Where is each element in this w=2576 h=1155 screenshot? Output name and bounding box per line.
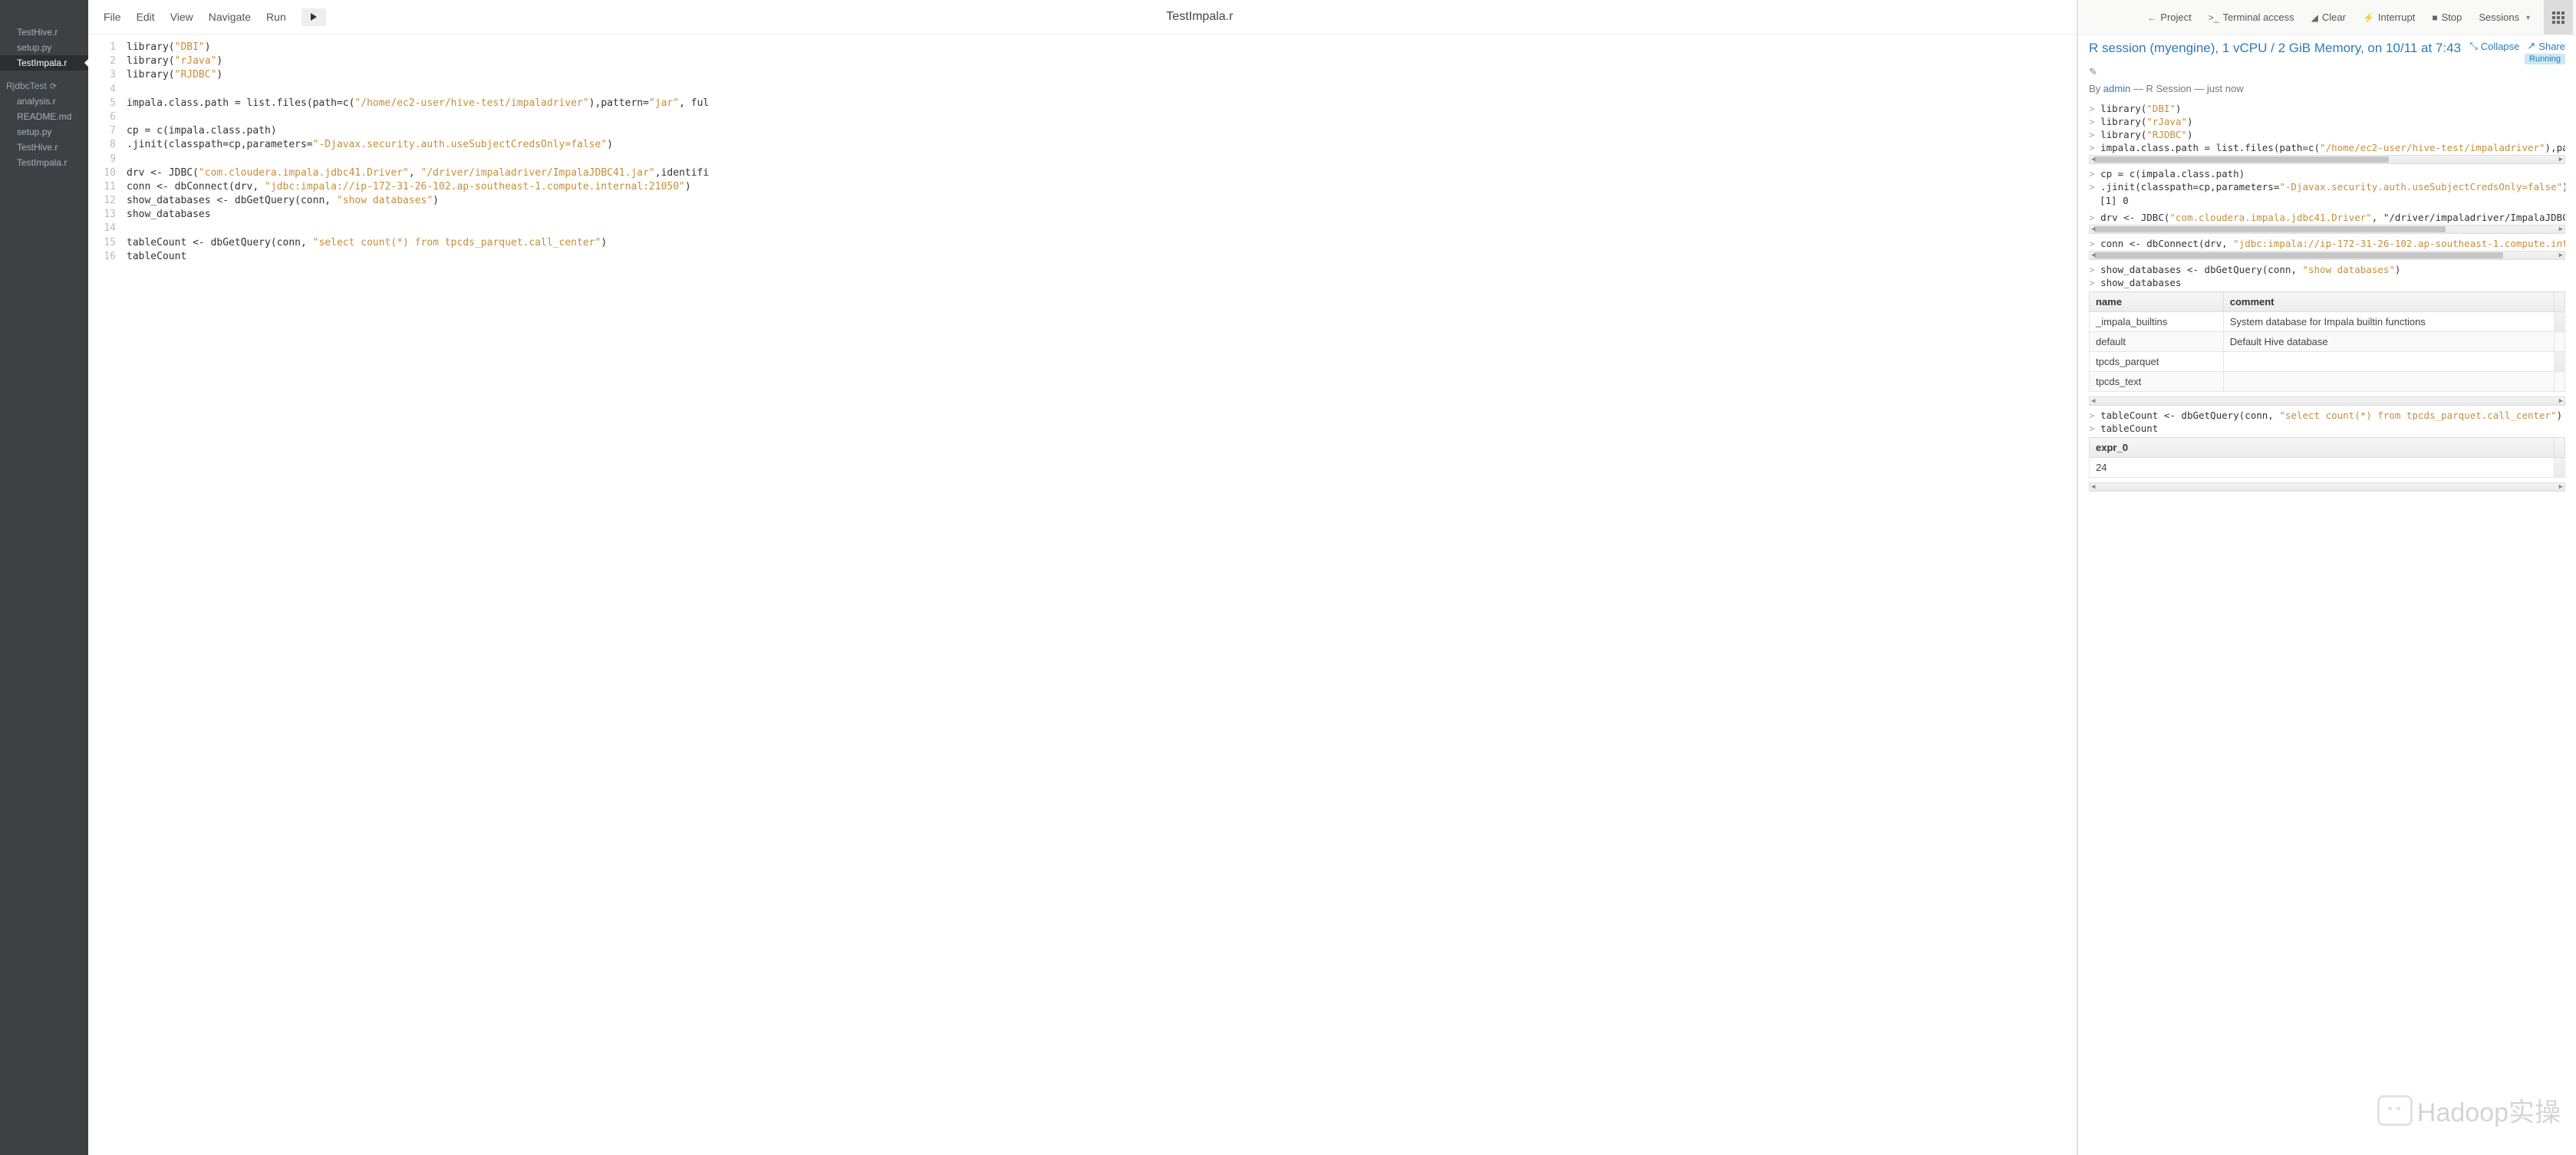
table-header: name (2090, 292, 2224, 312)
console-prompt-line: library("DBI") (2089, 102, 2565, 115)
editor-toolbar: FileEditViewNavigateRun TestImpala.r (88, 0, 2077, 35)
user-link[interactable]: admin (2103, 83, 2130, 94)
menu-view[interactable]: View (163, 6, 201, 28)
console-prompt-line: library("rJava") (2089, 115, 2565, 128)
table-row: _impala_builtinsSystem database for Impa… (2090, 312, 2565, 332)
session-links: ⤡Collapse ↗Share Running (2469, 40, 2565, 64)
open-files-group: TestHive.rsetup.pyTestImpala.r (0, 25, 88, 71)
table-cell (2223, 352, 2554, 372)
table-cell (2223, 372, 2554, 392)
menu-file[interactable]: File (96, 6, 129, 28)
table-cell: tpcds_parquet (2090, 352, 2224, 372)
menu-navigate[interactable]: Navigate (201, 6, 259, 28)
eraser-icon: ◢ (2311, 12, 2318, 23)
editor-pane: FileEditViewNavigateRun TestImpala.r 123… (88, 0, 2077, 1155)
result-table: expr_024 (2089, 437, 2565, 478)
stop-icon: ■ (2432, 12, 2437, 23)
code-lines[interactable]: library("DBI")library("rJava")library("R… (127, 41, 2077, 1155)
table-header: expr_0 (2090, 438, 2555, 458)
arrow-left-icon: ← (2147, 12, 2156, 23)
app-root: TestHive.rsetup.pyTestImpala.r RjdbcTest… (0, 0, 2576, 1155)
table-cell: _impala_builtins (2090, 312, 2224, 332)
menu-edit[interactable]: Edit (129, 6, 163, 28)
session-header: R session (myengine), 1 vCPU / 2 GiB Mem… (2089, 40, 2565, 64)
refresh-icon[interactable]: ⟳ (50, 81, 57, 91)
table-header: comment (2223, 292, 2554, 312)
console-prompt-line: show_databases (2089, 276, 2565, 289)
console-output-line: [1] 0 (2089, 193, 2565, 211)
menu-run[interactable]: Run (259, 6, 294, 28)
interrupt-button[interactable]: ⚡Interrupt (2355, 7, 2423, 28)
console-prompt-line: drv <- JDBC("com.cloudera.impala.jdbc41.… (2089, 211, 2565, 224)
horizontal-scrollbar[interactable]: ◀▶ (2089, 225, 2565, 234)
share-link[interactable]: ↗Share (2527, 40, 2565, 52)
main-area: FileEditViewNavigateRun TestImpala.r 123… (88, 0, 2576, 1155)
line-gutter: 12345678910111213141516 (88, 41, 127, 1155)
stop-button[interactable]: ■Stop (2424, 7, 2469, 28)
console-prompt-line: tableCount (2089, 422, 2565, 435)
project-button[interactable]: ←Project (2140, 7, 2199, 28)
open-file-item[interactable]: TestHive.r (0, 25, 88, 40)
project-file-item[interactable]: TestImpala.r (0, 155, 88, 170)
bolt-icon: ⚡ (2363, 12, 2374, 23)
table-cell: Default Hive database (2223, 332, 2554, 352)
horizontal-scrollbar[interactable]: ◀▶ (2089, 155, 2565, 164)
table-row: tpcds_text (2090, 372, 2565, 392)
apps-grid-button[interactable] (2544, 0, 2573, 35)
table-cell: 24 (2090, 458, 2555, 478)
horizontal-scrollbar[interactable]: ◀▶ (2089, 482, 2565, 492)
console-prompt-line: .jinit(classpath=cp,parameters="-Djavax.… (2089, 180, 2565, 193)
file-sidebar: TestHive.rsetup.pyTestImpala.r RjdbcTest… (0, 0, 88, 1155)
session-title: R session (myengine), 1 vCPU / 2 GiB Mem… (2089, 40, 2463, 58)
table-cell: default (2090, 332, 2224, 352)
horizontal-scrollbar[interactable]: ◀▶ (2089, 397, 2565, 406)
chevron-down-icon: ▼ (2525, 14, 2532, 21)
table-row: defaultDefault Hive database (2090, 332, 2565, 352)
table-cell: tpcds_text (2090, 372, 2224, 392)
share-icon: ↗ (2527, 40, 2535, 52)
open-file-item[interactable]: TestImpala.r (0, 55, 88, 71)
session-pane: ←Project >_Terminal access ◢Clear ⚡Inter… (2077, 0, 2576, 1155)
editor-filename: TestImpala.r (331, 10, 2069, 24)
table-row: tpcds_parquet (2090, 352, 2565, 372)
collapse-link[interactable]: ⤡Collapse (2469, 40, 2519, 52)
project-header[interactable]: RjdbcTest ⟳ (0, 78, 88, 94)
top-action-bar: ←Project >_Terminal access ◢Clear ⚡Inter… (2078, 0, 2576, 35)
console-prompt-line: cp = c(impala.class.path) (2089, 167, 2565, 180)
project-files-group: analysis.rREADME.mdsetup.pyTestHive.rTes… (0, 94, 88, 170)
open-file-item[interactable]: setup.py (0, 40, 88, 55)
result-table: namecomment_impala_builtinsSystem databa… (2089, 291, 2565, 392)
run-button[interactable] (301, 8, 326, 26)
grid-icon (2552, 12, 2564, 24)
collapse-icon: ⤡ (2469, 40, 2477, 52)
sessions-dropdown[interactable]: Sessions▼ (2471, 7, 2539, 28)
status-badge: Running (2525, 54, 2565, 64)
session-byline: By admin — R Session — just now (2089, 83, 2565, 94)
project-name: RjdbcTest (6, 81, 47, 91)
project-file-item[interactable]: README.md (0, 109, 88, 124)
project-file-item[interactable]: TestHive.r (0, 140, 88, 155)
console-output: library("DBI")library("rJava")library("R… (2089, 102, 2565, 492)
console-prompt-line: impala.class.path = list.files(path=c("/… (2089, 141, 2565, 154)
clear-button[interactable]: ◢Clear (2304, 7, 2354, 28)
edit-icon[interactable]: ✎ (2089, 66, 2565, 78)
console-prompt-line: tableCount <- dbGetQuery(conn, "select c… (2089, 409, 2565, 422)
console-prompt-line: library("RJDBC") (2089, 128, 2565, 141)
play-icon (311, 13, 317, 21)
table-cell: System database for Impala builtin funct… (2223, 312, 2554, 332)
project-file-item[interactable]: analysis.r (0, 94, 88, 109)
table-row: 24 (2090, 458, 2565, 478)
console-prompt-line: show_databases <- dbGetQuery(conn, "show… (2089, 263, 2565, 276)
terminal-icon: >_ (2209, 12, 2219, 23)
session-body: R session (myengine), 1 vCPU / 2 GiB Mem… (2078, 35, 2576, 1155)
watermark: Hadoop实操 (2377, 1091, 2561, 1129)
project-file-item[interactable]: setup.py (0, 124, 88, 140)
chat-bubble-icon (2377, 1095, 2413, 1126)
vertical-scrollbar[interactable] (2555, 292, 2565, 312)
horizontal-scrollbar[interactable]: ◀▶ (2089, 251, 2565, 260)
console-prompt-line: conn <- dbConnect(drv, "jdbc:impala://ip… (2089, 237, 2565, 250)
code-editor[interactable]: 12345678910111213141516 library("DBI")li… (88, 35, 2077, 1155)
vertical-scrollbar[interactable] (2555, 438, 2565, 458)
terminal-button[interactable]: >_Terminal access (2201, 7, 2302, 28)
